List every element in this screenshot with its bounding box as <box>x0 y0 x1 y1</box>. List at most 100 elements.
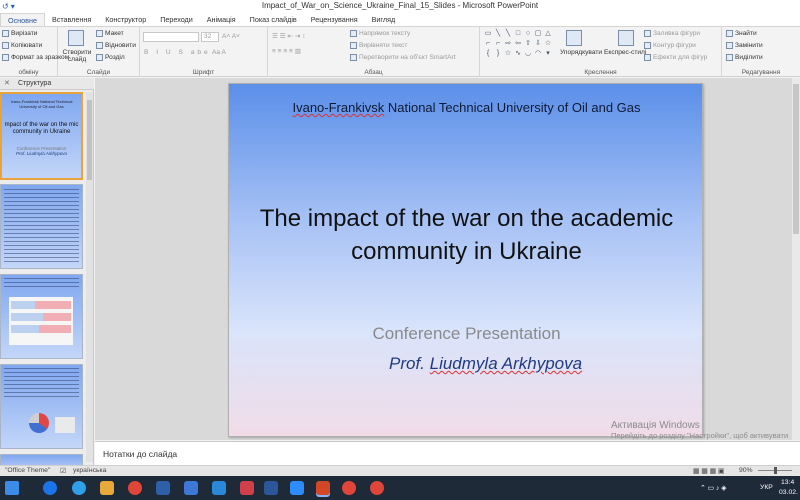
slide-thumbnail-1[interactable]: Ivano-Frankivsk National Technical Unive… <box>0 92 83 180</box>
editor-scrollbar[interactable] <box>792 78 800 440</box>
arrange-button[interactable]: Упорядкувати <box>560 49 602 56</box>
tab-view[interactable]: Вигляд <box>365 13 403 26</box>
layout-button[interactable]: Макет <box>96 30 124 37</box>
effects-icon <box>644 54 651 61</box>
slide-subtitle[interactable]: Conference Presentation <box>269 324 664 344</box>
align-buttons[interactable]: ≡ ≡ ≡ ≡ ▥ <box>272 47 301 55</box>
shape-rect-icon[interactable]: ▭ <box>484 30 492 38</box>
editor-scrollbar-thumb[interactable] <box>793 84 799 234</box>
notes-pane[interactable]: Нотатки до слайда <box>95 441 800 465</box>
shape-more-icon[interactable]: ▾ <box>544 50 552 58</box>
section-button[interactable]: Розділ <box>96 54 125 61</box>
cut-button[interactable]: Вирізати <box>2 30 37 37</box>
mail-icon[interactable] <box>156 481 170 495</box>
shape-star2-icon[interactable]: ☆ <box>504 50 512 58</box>
slide-author[interactable]: Prof. Liudmyla Arkhypova <box>389 354 689 374</box>
shape-star-icon[interactable]: ☆ <box>544 40 552 48</box>
smartart-button[interactable]: Перетворити на об'єкт SmartArt <box>350 54 456 61</box>
shape-curve-icon[interactable]: ∿ <box>514 50 522 58</box>
keyboard-language[interactable]: УКР <box>760 484 773 491</box>
align-text-button[interactable]: Вирівняти текст <box>350 42 407 49</box>
view-buttons[interactable]: ▦ ▦ ▦ ▣ <box>693 467 724 475</box>
shape-corner-icon[interactable]: ⌐ <box>484 40 492 48</box>
paragraph-group: ☰ ☰ ⇤ ⇥ ↕ ≡ ≡ ≡ ≡ ▥ Напрямок тексту Вирі… <box>268 27 480 77</box>
text-direction-button[interactable]: Напрямок тексту <box>350 30 410 37</box>
shape-outline-button[interactable]: Контур фігури <box>644 42 696 49</box>
chrome-icon[interactable] <box>128 481 142 495</box>
store-icon[interactable] <box>184 481 198 495</box>
shape-line2-icon[interactable]: ╲ <box>504 30 512 38</box>
start-icon[interactable] <box>5 481 19 495</box>
shape-curve2-icon[interactable]: ◡ <box>524 50 532 58</box>
app-icon[interactable] <box>212 481 226 495</box>
shape-arc-icon[interactable]: ◠ <box>534 50 542 58</box>
slide-thumbnail-4[interactable] <box>0 364 83 449</box>
chrome3-icon[interactable] <box>370 481 384 495</box>
tab-animations[interactable]: Анімація <box>200 13 243 26</box>
tab-slide-show[interactable]: Показ слайдів <box>243 13 304 26</box>
select-button[interactable]: Виділити <box>726 54 763 61</box>
quick-styles-icon[interactable] <box>618 30 634 46</box>
copy-button[interactable]: Копіювати <box>2 42 42 49</box>
shape-effects-button[interactable]: Ефекти для фігур <box>644 54 707 61</box>
tab-insert[interactable]: Вставлення <box>45 13 98 26</box>
thumbnails-scrollbar-thumb[interactable] <box>87 100 92 180</box>
theme-name[interactable]: "Office Theme" <box>5 467 50 474</box>
font-format-buttons[interactable]: B I U S abe <box>144 49 211 56</box>
replace-button[interactable]: Замінити <box>726 42 763 49</box>
slide-university[interactable]: Ivano-Frankivsk National Technical Unive… <box>259 98 674 117</box>
powerpoint-icon[interactable] <box>316 481 330 495</box>
slide-title[interactable]: The impact of the war on the academic co… <box>249 202 684 268</box>
thumbnails-scrollbar[interactable] <box>86 92 93 462</box>
tab-home[interactable]: Основне <box>0 13 45 26</box>
zoom-level[interactable]: 90% <box>739 467 753 474</box>
spellcheck-icon[interactable]: ☑ <box>60 467 66 475</box>
font-grow-icon[interactable]: A˄ A˅ <box>222 33 240 40</box>
shape-rect2-icon[interactable]: □ <box>514 30 522 38</box>
slide-thumbnail-5[interactable] <box>0 454 83 465</box>
clock-time[interactable]: 13:4 <box>781 479 794 486</box>
tab-design[interactable]: Конструктор <box>98 13 153 26</box>
outline-tab[interactable]: ✕ Структура <box>0 78 94 90</box>
find-button[interactable]: Знайти <box>726 30 757 37</box>
new-slide-button[interactable]: Створити слайд <box>62 49 92 63</box>
edge-icon[interactable] <box>43 481 57 495</box>
arrange-icon[interactable] <box>566 30 582 46</box>
shape-arrow-left-icon[interactable]: ⇦ <box>514 40 522 48</box>
shape-rounded-icon[interactable]: ▢ <box>534 30 542 38</box>
zoom-slider-handle[interactable] <box>774 467 777 474</box>
tab-transitions[interactable]: Переходи <box>153 13 200 26</box>
shape-arrow-up-icon[interactable]: ⇧ <box>524 40 532 48</box>
file-explorer-icon[interactable] <box>100 481 114 495</box>
shape-arrow-down-icon[interactable]: ⇩ <box>534 40 542 48</box>
clock-date[interactable]: 03.02. <box>779 489 798 496</box>
tray-icons[interactable]: ⌃ ▭ ♪ ◈ <box>700 484 726 492</box>
quick-styles-button[interactable]: Експрес-стилі <box>604 49 646 56</box>
shape-brace-icon[interactable]: { <box>484 50 492 58</box>
list-buttons[interactable]: ☰ ☰ ⇤ ⇥ ↕ <box>272 32 306 40</box>
shape-triangle-icon[interactable]: △ <box>544 30 552 38</box>
shape-line-icon[interactable]: ╲ <box>494 30 502 38</box>
shape-arrow-right-icon[interactable]: ⇨ <box>504 40 512 48</box>
shape-corner2-icon[interactable]: ⌐ <box>494 40 502 48</box>
word-icon[interactable] <box>264 481 278 495</box>
language-indicator[interactable]: українська <box>73 467 106 474</box>
tab-review[interactable]: Рецензування <box>304 13 365 26</box>
shape-brace2-icon[interactable]: } <box>494 50 502 58</box>
browser-icon[interactable] <box>72 481 86 495</box>
shape-oval-icon[interactable]: ○ <box>524 30 532 38</box>
zoom-app-icon[interactable] <box>290 481 304 495</box>
shape-fill-button[interactable]: Заливка фігури <box>644 30 700 37</box>
new-slide-icon[interactable] <box>68 30 84 46</box>
slide-canvas[interactable]: Ivano-Frankivsk National Technical Unive… <box>228 83 703 437</box>
reset-button[interactable]: Відновити <box>96 42 136 49</box>
font-size-box[interactable]: 32 <box>201 32 219 42</box>
chrome2-icon[interactable] <box>342 481 356 495</box>
close-icon[interactable]: ✕ <box>4 78 10 90</box>
author-name: Liudmyla Arkhypova <box>429 354 583 373</box>
font-color-icon[interactable]: Aa A <box>212 49 226 56</box>
font-name-box[interactable] <box>143 32 199 42</box>
app2-icon[interactable] <box>240 481 254 495</box>
slide-thumbnail-3[interactable] <box>0 274 83 359</box>
slide-thumbnail-2[interactable] <box>0 184 83 269</box>
